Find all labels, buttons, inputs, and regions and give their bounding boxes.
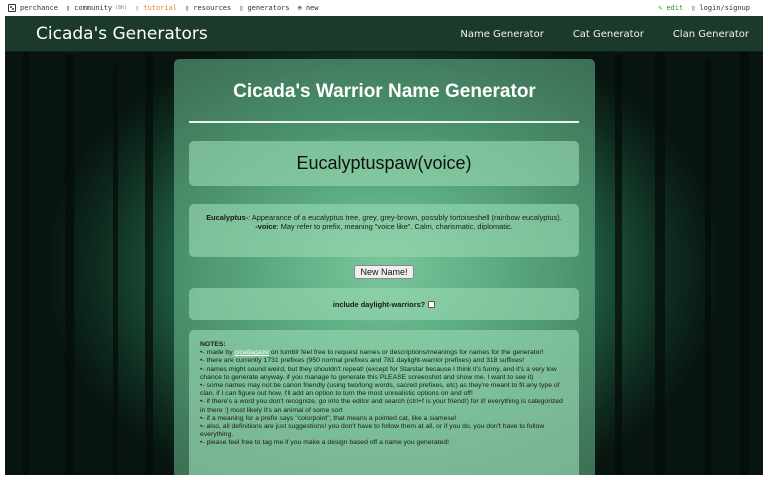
suffix-description: -voice: May refer to prefix, meaning "vo… bbox=[199, 222, 569, 231]
topbar-right: ✎ edit ▯ login/signup bbox=[658, 0, 758, 16]
resources-icon: ▯ bbox=[185, 4, 190, 12]
topbar-item-perchance[interactable]: perchance bbox=[8, 4, 58, 12]
topbar-label: community bbox=[74, 4, 113, 12]
topbar-item-community[interactable]: ▯ community (8h) bbox=[66, 4, 127, 12]
topbar-item-resources[interactable]: ▯ resources bbox=[185, 4, 231, 12]
book-icon: ▯ bbox=[135, 4, 140, 12]
prefix-meaning: : Appearance of a eucalyptus tree, grey,… bbox=[248, 213, 562, 222]
tree-silhouette bbox=[23, 45, 29, 475]
nav-link-clan-generator[interactable]: Clan Generator bbox=[673, 29, 749, 40]
tree-silhouette bbox=[615, 55, 622, 475]
notes-line: •- also, all definitions are just sugges… bbox=[200, 423, 545, 439]
notes-line: •- if a meaning for a prefix says "color… bbox=[200, 414, 457, 422]
notes-line: •- made by cicadagaze on tumblr feel fre… bbox=[200, 349, 569, 357]
login-label: login/signup bbox=[699, 4, 750, 12]
suffix-meaning: : May refer to prefix, meaning "voice li… bbox=[276, 222, 513, 231]
title-divider bbox=[189, 121, 579, 123]
notes-line: •- names might sound weird, but they sho… bbox=[200, 365, 557, 381]
nav-link-name-generator[interactable]: Name Generator bbox=[460, 29, 543, 40]
name-description-box: Eucalyptus-: Appearance of a eucalyptus … bbox=[189, 204, 579, 257]
topbar-label: perchance bbox=[20, 4, 58, 12]
edit-link[interactable]: ✎ edit bbox=[658, 4, 683, 12]
topbar-label: generators bbox=[247, 4, 290, 12]
daylight-warriors-checkbox[interactable] bbox=[428, 300, 436, 308]
topbar-label: resources bbox=[193, 4, 232, 12]
notes-text: on tumblr feel free to request names or … bbox=[268, 349, 544, 357]
user-icon: ▯ bbox=[691, 4, 696, 12]
suffix-term: -voice bbox=[255, 222, 277, 231]
login-link[interactable]: ▯ login/signup bbox=[691, 4, 750, 12]
author-link[interactable]: cicadagaze bbox=[235, 349, 269, 356]
generated-name: Eucalyptuspaw(voice) bbox=[296, 153, 472, 173]
topbar-item-tutorial[interactable]: ▯ tutorial bbox=[135, 4, 177, 12]
perchance-topbar: perchance ▯ community (8h) ▯ tutorial ▯ … bbox=[0, 0, 768, 16]
options-box: include daylight-warriors? bbox=[189, 288, 579, 320]
chat-icon: ▯ bbox=[65, 4, 71, 12]
notes-line: •- some names may not be canon friendly … bbox=[200, 382, 560, 398]
pencil-icon: ✎ bbox=[658, 4, 663, 12]
new-name-button[interactable]: New Name! bbox=[354, 265, 414, 279]
tree-silhouette bbox=[655, 45, 665, 475]
generators-icon: ▯ bbox=[239, 4, 244, 12]
tree-silhouette bbox=[740, 50, 749, 475]
site-brand[interactable]: Cicada's Generators bbox=[36, 24, 208, 44]
notes-line: •- please feel free to tag me if you mak… bbox=[200, 439, 449, 447]
plus-circle-icon: ⊕ bbox=[297, 4, 302, 12]
nav-link-cat-generator[interactable]: Cat Generator bbox=[573, 29, 644, 40]
notes-text: •- made by bbox=[200, 349, 235, 357]
dice-icon bbox=[8, 4, 16, 12]
prefix-description: Eucalyptus-: Appearance of a eucalyptus … bbox=[199, 213, 569, 222]
notes-line: •- if there's a word you don't recognize… bbox=[200, 398, 563, 414]
tree-silhouette bbox=[65, 55, 74, 475]
notes-header: NOTES: bbox=[200, 341, 226, 348]
site-navbar: Cicada's Generators Name Generator Cat G… bbox=[5, 16, 763, 52]
topbar-item-generators[interactable]: ▯ generators bbox=[239, 4, 289, 12]
tree-silhouette bbox=[145, 50, 153, 475]
topbar-item-new[interactable]: ⊕ new bbox=[298, 4, 319, 12]
page-title: Cicada's Warrior Name Generator bbox=[214, 81, 555, 102]
generator-panel: Cicada's Warrior Name Generator Eucalypt… bbox=[174, 59, 595, 475]
topbar-label: new bbox=[305, 4, 319, 12]
generator-frame: Cicada's Generators Name Generator Cat G… bbox=[5, 16, 763, 475]
name-output-box: Eucalyptuspaw(voice) bbox=[189, 141, 579, 186]
topbar-label: tutorial bbox=[143, 4, 178, 12]
notes-box: NOTES: •- made by cicadagaze on tumblr f… bbox=[189, 330, 579, 475]
nav-links: Name Generator Cat Generator Clan Genera… bbox=[431, 16, 749, 52]
tree-silhouette bbox=[705, 60, 711, 475]
tree-silhouette bbox=[113, 65, 118, 475]
daylight-warriors-label: include daylight-warriors? bbox=[332, 299, 426, 309]
notes-line: •- there are currently 1731 prefixes (95… bbox=[200, 357, 525, 365]
activity-badge: (8h) bbox=[115, 5, 128, 11]
edit-label: edit bbox=[666, 4, 684, 12]
prefix-term: Eucalyptus- bbox=[206, 213, 249, 222]
